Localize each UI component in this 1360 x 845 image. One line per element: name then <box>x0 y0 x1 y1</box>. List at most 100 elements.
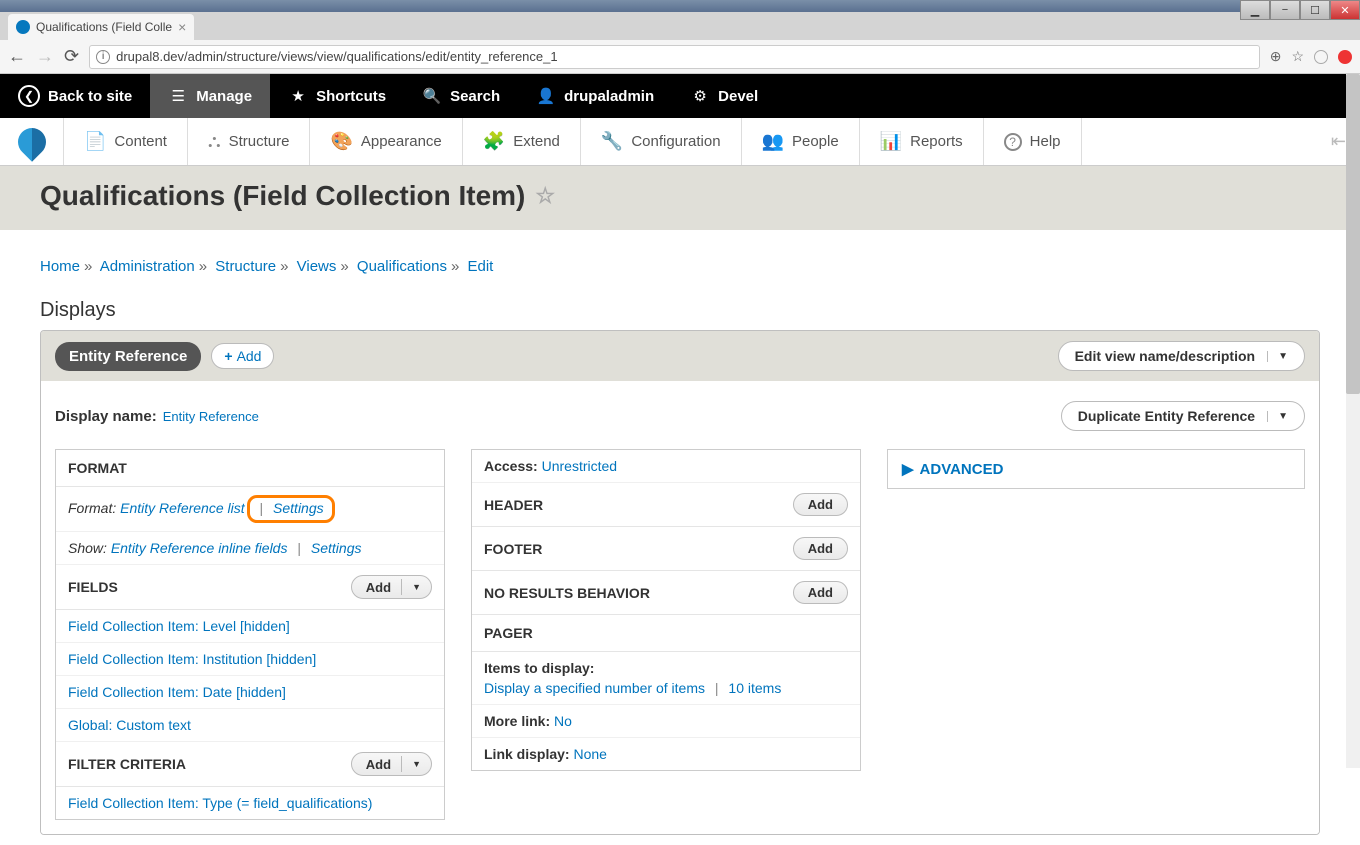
items-count-link[interactable]: 10 items <box>728 680 781 696</box>
advanced-label: ADVANCED <box>920 461 1004 478</box>
manage-button[interactable]: ☰ Manage <box>150 74 270 118</box>
address-bar: ← → ⟳ i drupal8.dev/admin/structure/view… <box>0 40 1360 74</box>
add-filter-button[interactable]: Add ▼ <box>351 752 432 776</box>
more-value-link[interactable]: No <box>554 713 572 729</box>
hamburger-icon: ☰ <box>168 86 188 106</box>
window-iconify[interactable]: ▁ <box>1240 0 1270 20</box>
zoom-icon[interactable]: ⊕ <box>1270 48 1282 65</box>
tab-close-icon[interactable]: × <box>178 19 186 35</box>
scroll-thumb[interactable] <box>1346 74 1360 394</box>
linkdisp-value-link[interactable]: None <box>573 746 606 762</box>
appearance-icon: 🎨 <box>330 131 352 152</box>
filter-heading: FILTER CRITERIA Add ▼ <box>56 742 444 787</box>
window-minimize[interactable]: − <box>1270 0 1300 20</box>
extend-icon: 🧩 <box>483 131 505 152</box>
star-filled-icon: ★ <box>288 86 308 106</box>
field-item[interactable]: Field Collection Item: Institution [hidd… <box>68 651 316 667</box>
info-icon: i <box>96 50 110 64</box>
menu-content-label: Content <box>114 133 167 150</box>
displays-tabs: Entity Reference +Add Edit view name/des… <box>41 331 1319 381</box>
chevron-down-icon[interactable]: ▼ <box>401 579 431 595</box>
add-display-button[interactable]: +Add <box>211 343 274 369</box>
chevron-down-icon[interactable]: ▼ <box>401 756 431 772</box>
menu-reports[interactable]: 📊Reports <box>860 118 984 165</box>
format-label: Format: <box>68 500 116 516</box>
browser-tab[interactable]: Qualifications (Field Colle × <box>8 14 194 40</box>
advanced-toggle[interactable]: ▶ ADVANCED <box>888 450 1304 488</box>
menu-config-label: Configuration <box>631 133 720 150</box>
add-footer-button[interactable]: Add <box>793 537 848 560</box>
crumb-edit[interactable]: Edit <box>467 258 493 275</box>
back-to-site-button[interactable]: ❮ Back to site <box>0 74 150 118</box>
shortcuts-label: Shortcuts <box>316 88 386 105</box>
config-icon: 🔧 <box>601 131 623 152</box>
menu-people[interactable]: 👥People <box>742 118 860 165</box>
chevron-down-icon[interactable]: ▼ <box>1267 351 1288 362</box>
menu-help-label: Help <box>1030 133 1061 150</box>
nav-forward-icon[interactable]: → <box>36 46 54 67</box>
crumb-views[interactable]: Views <box>297 258 337 275</box>
more-label: More link: <box>484 713 550 729</box>
menu-help[interactable]: ?Help <box>984 118 1082 165</box>
page-title-text: Qualifications (Field Collection Item) <box>40 180 525 212</box>
add-filter-label: Add <box>366 757 391 772</box>
page-header: Qualifications (Field Collection Item) ☆ <box>0 166 1360 230</box>
crumb-home[interactable]: Home <box>40 258 80 275</box>
menu-configuration[interactable]: 🔧 Configuration <box>581 118 742 165</box>
footer-heading: FOOTER Add <box>472 527 860 571</box>
chevron-down-icon[interactable]: ▼ <box>1267 411 1288 422</box>
menu-structure[interactable]: ⛬Structure <box>188 118 310 165</box>
favorite-star-icon[interactable]: ☆ <box>535 183 555 209</box>
display-tab-active[interactable]: Entity Reference <box>55 342 201 371</box>
profile-icon[interactable] <box>1314 50 1328 64</box>
show-settings-link[interactable]: Settings <box>311 540 362 556</box>
devel-button[interactable]: ⚙ Devel <box>672 74 776 118</box>
back-circle-icon: ❮ <box>18 85 40 107</box>
format-value-link[interactable]: Entity Reference list <box>120 500 245 516</box>
filter-item[interactable]: Field Collection Item: Type (= field_qua… <box>68 795 372 811</box>
window-controls: ▁ − ☐ ✕ <box>1240 0 1360 20</box>
add-noresults-button[interactable]: Add <box>793 581 848 604</box>
menu-structure-label: Structure <box>229 133 290 150</box>
add-field-button[interactable]: Add ▼ <box>351 575 432 599</box>
menu-appearance[interactable]: 🎨Appearance <box>310 118 462 165</box>
items-value-link[interactable]: Display a specified number of items <box>484 680 705 696</box>
middle-column: Access: Unrestricted HEADER Add FOOTER A… <box>471 449 861 771</box>
user-icon: 👤 <box>536 86 556 106</box>
nav-back-icon[interactable]: ← <box>8 46 26 67</box>
access-value-link[interactable]: Unrestricted <box>542 458 617 474</box>
menu-content[interactable]: 📄Content <box>64 118 188 165</box>
user-button[interactable]: 👤 drupaladmin <box>518 74 672 118</box>
url-input[interactable]: i drupal8.dev/admin/structure/views/view… <box>89 45 1260 69</box>
field-item[interactable]: Field Collection Item: Level [hidden] <box>68 618 290 634</box>
field-item[interactable]: Field Collection Item: Date [hidden] <box>68 684 286 700</box>
nav-reload-icon[interactable]: ⟳ <box>64 46 79 67</box>
star-icon[interactable]: ☆ <box>1291 48 1304 65</box>
shortcuts-button[interactable]: ★ Shortcuts <box>270 74 404 118</box>
settings-highlight: | Settings <box>247 495 335 523</box>
menu-extend[interactable]: 🧩Extend <box>463 118 581 165</box>
show-value-link[interactable]: Entity Reference inline fields <box>111 540 288 556</box>
format-settings-link[interactable]: Settings <box>273 500 324 516</box>
edit-view-desc-button[interactable]: Edit view name/description▼ <box>1058 341 1305 371</box>
window-close[interactable]: ✕ <box>1330 0 1360 20</box>
window-maximize[interactable]: ☐ <box>1300 0 1330 20</box>
menu-reports-label: Reports <box>910 133 963 150</box>
search-button[interactable]: 🔍 Search <box>404 74 518 118</box>
field-item[interactable]: Global: Custom text <box>68 717 191 733</box>
page-title: Qualifications (Field Collection Item) ☆ <box>40 180 1320 212</box>
display-name-link[interactable]: Entity Reference <box>163 409 259 424</box>
format-column: FORMAT Format: Entity Reference list | S… <box>55 449 445 820</box>
duplicate-display-button[interactable]: Duplicate Entity Reference▼ <box>1061 401 1305 431</box>
crumb-qual[interactable]: Qualifications <box>357 258 447 275</box>
filter-h-text: FILTER CRITERIA <box>68 756 186 772</box>
scrollbar[interactable] <box>1346 74 1360 768</box>
crumb-structure[interactable]: Structure <box>215 258 276 275</box>
add-header-button[interactable]: Add <box>793 493 848 516</box>
format-heading: FORMAT <box>56 450 444 487</box>
drupal-logo[interactable] <box>0 118 64 165</box>
crumb-admin[interactable]: Administration <box>100 258 195 275</box>
displays-box: Entity Reference +Add Edit view name/des… <box>40 330 1320 835</box>
add-field-label: Add <box>366 580 391 595</box>
extension-icon[interactable] <box>1338 50 1352 64</box>
